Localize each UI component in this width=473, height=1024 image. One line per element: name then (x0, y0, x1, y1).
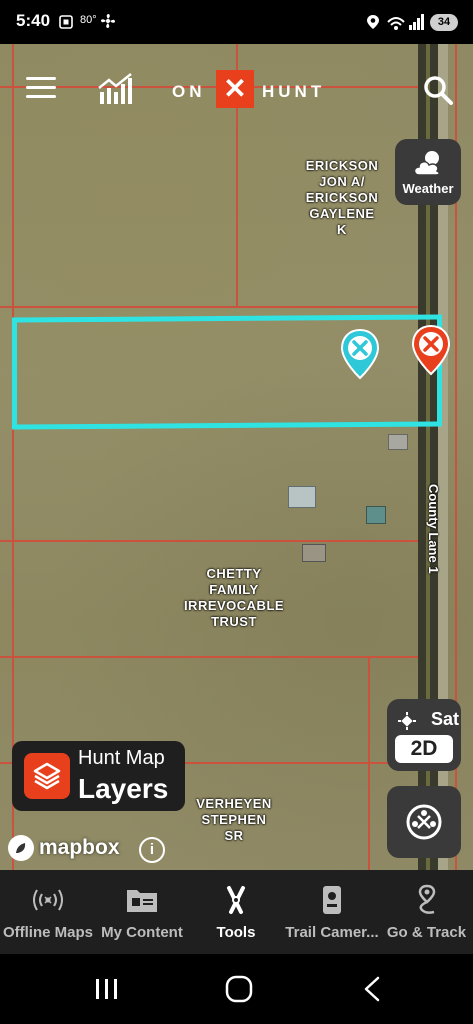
system-navigation-bar (0, 954, 473, 1024)
nav-go-track[interactable]: Go & Track (380, 870, 473, 954)
back-icon[interactable] (362, 976, 382, 1002)
layers-title: Hunt Map (78, 747, 165, 769)
clock: 5:40 (16, 11, 51, 30)
parcel-boundary (0, 86, 418, 88)
mapbox-text: mapbox (39, 836, 120, 859)
menu-line (26, 77, 56, 80)
nav-label: Trail Camer... (285, 924, 379, 941)
hunt-map-layers-button[interactable]: Hunt Map Layers (12, 741, 185, 811)
waypoint-pin-red[interactable] (411, 324, 451, 376)
nav-my-content[interactable]: My Content (96, 870, 188, 954)
folder-icon (127, 890, 157, 912)
layers-icon-box (24, 753, 70, 799)
waypoint-pin-cyan[interactable] (340, 328, 380, 380)
brand-on: ON (172, 82, 206, 101)
weather-label: Weather (402, 181, 454, 196)
view-mode-toggle[interactable]: 2D (395, 735, 453, 763)
compass-icon (406, 804, 442, 840)
nav-label: Tools (216, 924, 256, 941)
hamburger-menu-button[interactable] (26, 77, 56, 99)
building (388, 434, 408, 450)
building (366, 506, 386, 524)
locate-compass-button[interactable] (387, 786, 461, 858)
offline-signal-icon (33, 889, 63, 911)
building (302, 544, 326, 562)
info-button[interactable]: i (139, 837, 165, 863)
layers-icon (33, 762, 61, 790)
trail-camera-icon (323, 886, 341, 914)
nav-label: Offline Maps (2, 924, 93, 941)
bottom-navigation: Offline Maps My Content Tools Trail Came… (0, 870, 473, 954)
owner-label-erickson[interactable]: ERICKSON JON A/ ERICKSON GAYLENE K (300, 158, 384, 238)
menu-line (26, 95, 56, 98)
satellite-icon (398, 712, 416, 730)
screenshot-icon (59, 15, 73, 29)
signal-icon (409, 14, 424, 30)
battery-level: 34 (430, 14, 458, 31)
owner-label-chetty[interactable]: CHETTY FAMILY IRREVOCABLE TRUST (176, 566, 292, 630)
brand-x-mark: ✕ (216, 70, 254, 108)
search-icon[interactable] (422, 74, 454, 106)
basemap-toggle-button[interactable]: Sat 2D (387, 699, 461, 771)
status-bar: 5:40 80° 34 (0, 0, 473, 44)
layers-subtitle: Layers (78, 773, 169, 804)
weather-cloud-sun-icon (413, 151, 440, 176)
parcel-boundary (0, 306, 418, 308)
temperature: 80° (80, 14, 97, 26)
tools-icon (227, 886, 245, 914)
fan-icon (101, 14, 115, 28)
owner-label-verheyen[interactable]: VERHEYEN STEPHEN SR (186, 796, 282, 844)
route-pin-icon (418, 884, 435, 914)
road-label: County Lane 1 (426, 484, 441, 574)
weather-button[interactable]: Weather (395, 139, 461, 205)
basemap-label: Sat (431, 709, 460, 729)
nav-trail-cameras[interactable]: Trail Camer... (284, 870, 380, 954)
parcel-boundary (368, 656, 370, 870)
parcel-boundary (0, 656, 418, 658)
nav-label: Go & Track (386, 924, 467, 941)
nav-offline-maps[interactable]: Offline Maps (0, 870, 96, 954)
recent-apps-icon[interactable] (94, 978, 120, 1000)
brand-hunt: HUNT (262, 82, 326, 101)
chart-logo-icon (98, 73, 132, 104)
wifi-icon (387, 17, 405, 30)
parcel-boundary (0, 540, 418, 542)
nav-label: My Content (101, 924, 183, 941)
nav-tools[interactable]: Tools (188, 870, 284, 954)
location-icon (367, 15, 379, 29)
mapbox-logo-icon (8, 835, 34, 861)
home-icon[interactable] (225, 975, 253, 1003)
building (288, 486, 316, 508)
menu-line (26, 86, 56, 89)
